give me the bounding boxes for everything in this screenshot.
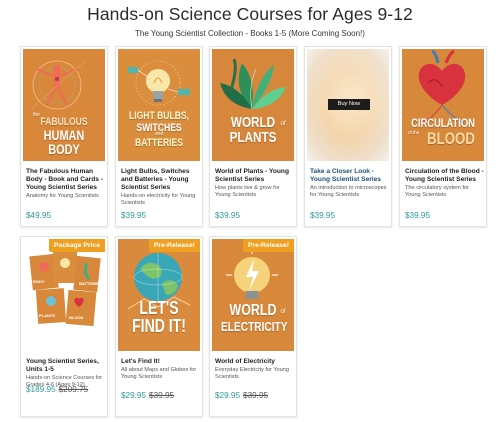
product-price: $39.95 bbox=[121, 211, 146, 220]
product-price: $39.95 bbox=[310, 211, 335, 220]
page-subtitle: The Young Scientist Collection - Books 1… bbox=[135, 29, 365, 38]
product-title[interactable]: Light Bulbs, Switches and Batteries - Yo… bbox=[121, 168, 201, 192]
product-card-light-bulbs[interactable]: LIGHT BULBS, SWITCHES and BATTERIES Ligh… bbox=[115, 46, 203, 227]
product-price: $39.95 bbox=[215, 211, 240, 220]
pre-release-badge: Pre-Release! bbox=[242, 239, 294, 252]
product-price: $49.95 bbox=[26, 211, 51, 220]
product-title[interactable]: Take a Closer Look - Young Scientist Ser… bbox=[310, 168, 390, 184]
product-cover-world-of-electricity[interactable]: Pre-Release! WORLD of ELECTRICITY bbox=[212, 239, 294, 351]
svg-text:BODY: BODY bbox=[33, 279, 45, 284]
product-title[interactable]: The Fabulous Human Body - Book and Cards… bbox=[26, 168, 106, 192]
book-stack-icon: BODY BATTERIES PLANTS BLOOD bbox=[29, 251, 102, 327]
cover-title-line: PLANTS bbox=[229, 129, 277, 146]
product-cover-closer-look[interactable]: Buy Now bbox=[307, 49, 389, 161]
product-description: The circulatory system for Young Scienti… bbox=[405, 185, 470, 198]
product-card-world-of-electricity[interactable]: Pre-Release! WORLD of ELECTRICITY World … bbox=[209, 236, 297, 417]
product-title[interactable]: Young Scientist Series, Units 1-5 bbox=[26, 358, 106, 374]
original-price: $209.75 bbox=[58, 385, 89, 394]
current-price: $29.95 bbox=[121, 391, 147, 400]
product-title[interactable]: World of Plants - Young Scientist Series bbox=[215, 168, 295, 184]
svg-text:BLOOD: BLOOD bbox=[69, 315, 84, 320]
product-description: Anatomy for Young Scientists bbox=[26, 193, 99, 199]
product-card-closer-look[interactable]: Buy Now Take a Closer Look - Young Scien… bbox=[304, 46, 392, 227]
svg-text:BATTERIES: BATTERIES bbox=[79, 281, 102, 286]
cover-title-line: CIRCULATION bbox=[411, 116, 475, 130]
cover-title-line: LIGHT BULBS, bbox=[128, 110, 190, 122]
product-description: All about Maps and Globes for Young Scie… bbox=[121, 367, 197, 380]
cover-title-line: BODY bbox=[48, 141, 80, 157]
buy-now-button[interactable]: Buy Now bbox=[328, 99, 370, 110]
cover-title-line: BLOOD bbox=[427, 129, 475, 148]
cover-title-of: of bbox=[280, 309, 286, 315]
cover-title-of: of bbox=[280, 121, 286, 127]
package-price-badge: Package Price bbox=[48, 239, 105, 252]
product-cover-world-of-plants[interactable]: WORLD of PLANTS bbox=[212, 49, 294, 161]
pre-release-badge: Pre-Release! bbox=[148, 239, 200, 252]
product-title[interactable]: World of Electricity bbox=[215, 358, 295, 366]
product-cover-lets-find-it[interactable]: Pre-Release! LET'S FIND IT! bbox=[118, 239, 200, 351]
product-card-human-body[interactable]: the FABULOUS HUMAN BODY The Fabulous Hum… bbox=[20, 46, 108, 227]
product-price: $189.95 $209.75 bbox=[26, 385, 88, 394]
current-price: $49.95 bbox=[26, 211, 52, 220]
cover-title-line: FIND IT! bbox=[132, 316, 186, 336]
product-cover-light-bulbs[interactable]: LIGHT BULBS, SWITCHES and BATTERIES bbox=[118, 49, 200, 161]
lightning-bulb-icon bbox=[226, 249, 278, 299]
product-price: $29.95 $39.95 bbox=[215, 391, 268, 400]
cover-title-line: ELECTRICITY bbox=[221, 319, 288, 334]
current-price: $39.95 bbox=[121, 211, 147, 220]
product-cover-human-body[interactable]: the FABULOUS HUMAN BODY bbox=[23, 49, 105, 161]
product-description: Everyday Electricity for Young Scientist… bbox=[215, 367, 289, 380]
cover-title-line: LET'S bbox=[139, 298, 179, 318]
cover-title-line: BATTERIES bbox=[135, 137, 183, 149]
current-price: $29.95 bbox=[215, 391, 241, 400]
page-title: Hands-on Science Courses for Ages 9-12 bbox=[87, 4, 413, 24]
product-card-lets-find-it[interactable]: Pre-Release! LET'S FIND IT! Let's Find I… bbox=[115, 236, 203, 417]
product-description: An introduction to microscopes for Young… bbox=[310, 185, 387, 198]
product-cover-circulation[interactable]: CIRCULATION of the BLOOD bbox=[402, 49, 484, 161]
product-title[interactable]: Circulation of the Blood - Young Scienti… bbox=[405, 168, 485, 184]
current-price: $189.95 bbox=[26, 385, 56, 394]
product-title[interactable]: Let's Find It! bbox=[121, 358, 201, 366]
product-description: How plants live & grow for Young Scienti… bbox=[215, 185, 280, 198]
product-card-package[interactable]: BODY BATTERIES PLANTS BLOOD Package Pric… bbox=[20, 236, 108, 417]
current-price: $39.95 bbox=[405, 211, 431, 220]
product-cover-package[interactable]: BODY BATTERIES PLANTS BLOOD Package Pric… bbox=[23, 239, 105, 351]
current-price: $39.95 bbox=[310, 211, 336, 220]
cover-title-line: HUMAN bbox=[43, 127, 85, 143]
svg-text:PLANTS: PLANTS bbox=[39, 313, 55, 318]
product-card-world-of-plants[interactable]: WORLD of PLANTS World of Plants - Young … bbox=[209, 46, 297, 227]
current-price: $39.95 bbox=[215, 211, 241, 220]
product-price: $29.95 $39.95 bbox=[121, 391, 174, 400]
product-price: $39.95 bbox=[405, 211, 430, 220]
product-description: Hands-on electricity for Young Scientist… bbox=[121, 193, 196, 206]
product-card-circulation[interactable]: CIRCULATION of the BLOOD Circulation of … bbox=[399, 46, 487, 227]
original-price: $39.95 bbox=[149, 391, 175, 400]
original-price: $39.95 bbox=[243, 391, 269, 400]
